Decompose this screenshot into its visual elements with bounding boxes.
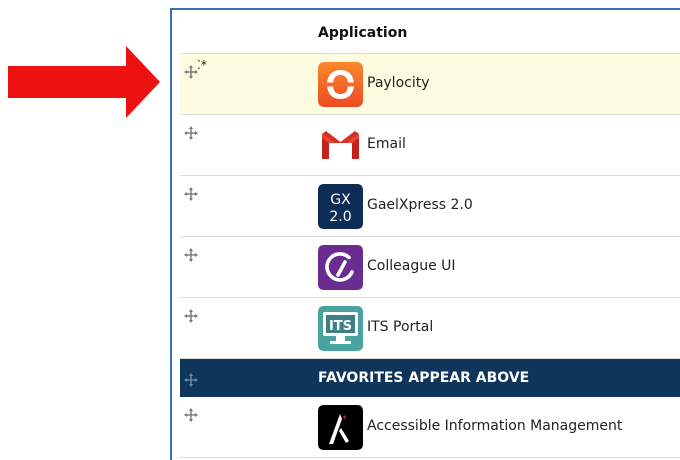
app-label-its-portal[interactable]: ITS Portal (367, 319, 433, 335)
app-row-paylocity[interactable]: ⁚* Paylocity (180, 54, 680, 115)
app-row-email[interactable]: Email (180, 115, 680, 176)
gaelxpress-icon[interactable]: GX 2.0 (318, 184, 363, 229)
aim-icon[interactable] (318, 405, 363, 450)
its-portal-icon-text: ITS (329, 319, 352, 334)
app-label-email[interactable]: Email (367, 136, 406, 152)
drag-handle-icon[interactable] (184, 65, 198, 79)
app-label-paylocity[interactable]: Paylocity (367, 75, 430, 91)
gaelxpress-icon-text-top: GX (330, 192, 351, 208)
drag-handle-icon[interactable] (184, 408, 198, 422)
app-row-colleague[interactable]: Colleague UI (180, 237, 680, 298)
paylocity-icon[interactable] (318, 62, 363, 107)
banner-text: FAVORITES APPEAR ABOVE (318, 370, 530, 386)
gmail-icon[interactable] (318, 123, 363, 168)
application-table: Application ⁚* Paylocity Email GX 2.0 Ga… (180, 10, 680, 458)
column-header-application: Application (318, 25, 408, 41)
drag-handle-icon[interactable] (184, 248, 198, 262)
app-row-gaelxpress[interactable]: GX 2.0 GaelXpress 2.0 (180, 176, 680, 237)
drag-handle-icon[interactable] (184, 187, 198, 201)
favorites-divider-banner: FAVORITES APPEAR ABOVE (180, 359, 680, 397)
drag-handle-icon[interactable] (184, 126, 198, 140)
drag-handle-icon[interactable] (184, 373, 198, 387)
table-header: Application (180, 10, 680, 54)
pointer-arrow (8, 46, 160, 118)
its-portal-icon[interactable]: ITS (318, 306, 363, 351)
gaelxpress-icon-text-bottom: 2.0 (329, 209, 351, 225)
favorites-panel: Application ⁚* Paylocity Email GX 2.0 Ga… (170, 8, 680, 460)
app-row-its-portal[interactable]: ITS ITS Portal (180, 298, 680, 359)
selected-marker: ⁚* (197, 58, 207, 72)
app-label-aim[interactable]: Accessible Information Management (367, 418, 622, 434)
colleague-icon[interactable] (318, 245, 363, 290)
app-label-colleague[interactable]: Colleague UI (367, 258, 456, 274)
drag-handle-icon[interactable] (184, 309, 198, 323)
app-row-aim[interactable]: Accessible Information Management (180, 397, 680, 458)
app-label-gaelxpress[interactable]: GaelXpress 2.0 (367, 197, 473, 213)
